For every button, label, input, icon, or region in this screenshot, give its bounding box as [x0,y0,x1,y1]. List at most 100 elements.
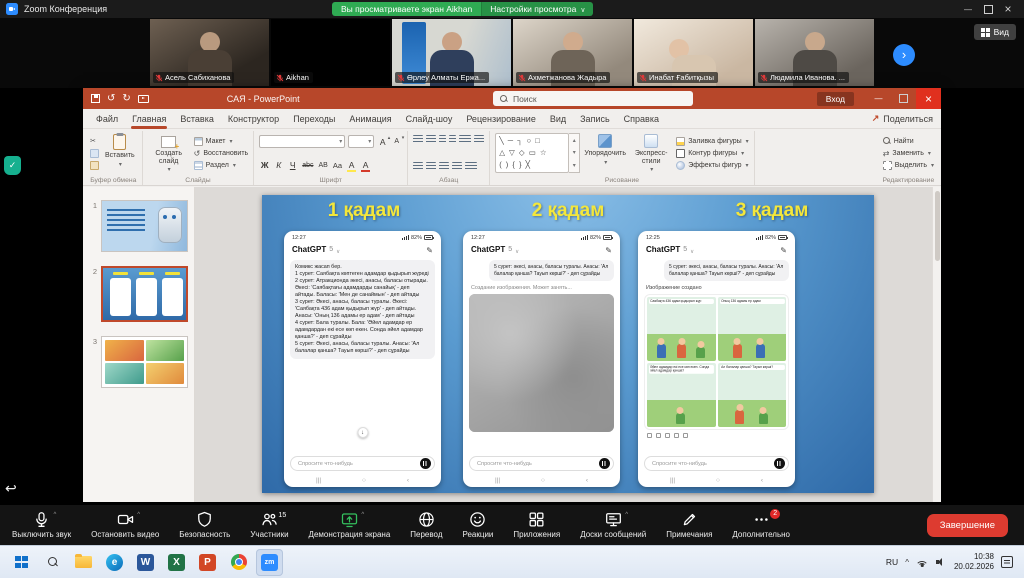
participant-tile-5[interactable]: Инабат Ғабитқызы [634,19,753,86]
numbering-icon[interactable] [426,135,436,144]
participants-button[interactable]: 15 Участники [248,511,290,539]
format-painter-icon[interactable] [90,161,99,170]
tab-design[interactable]: Конструктор [221,110,286,128]
ppt-minimize-button[interactable] [866,88,891,109]
ppt-maximize-button[interactable] [891,88,916,109]
security-button[interactable]: Безопасность [177,511,232,539]
chevron-up-icon[interactable] [137,512,140,518]
quick-styles-button[interactable]: Экспресс-стили [630,133,672,175]
chevron-up-icon[interactable] [54,512,57,518]
font-size-combo[interactable] [348,135,374,148]
new-slide-button[interactable]: Создать слайд [148,133,190,175]
change-case-button[interactable]: Аа [332,159,343,171]
more-button[interactable]: 2 Дополнительно [730,511,792,539]
chrome-button[interactable] [225,549,252,576]
tab-review[interactable]: Рецензирование [459,110,543,128]
shapes-gallery[interactable]: ╲ ─ ┐ ○ □ △ ▽ ◇ ▭ ☆ ( ) { } ╳ [495,133,580,173]
excel-button[interactable]: X [163,549,190,576]
hidden-icons-chevron[interactable] [905,557,909,567]
columns-icon[interactable] [465,162,477,171]
paste-button[interactable]: Вставить [103,133,137,169]
copy-icon[interactable] [90,149,99,158]
whiteboards-button[interactable]: Доски сообщений [578,511,648,539]
wifi-icon[interactable] [916,558,929,567]
start-button[interactable] [8,549,35,576]
align-center-icon[interactable] [426,162,436,171]
char-spacing-button[interactable]: АВ [318,159,329,171]
bold-button[interactable]: Ж [259,159,270,171]
ppt-close-button[interactable] [916,88,941,109]
undo-icon[interactable] [107,93,115,104]
tab-record[interactable]: Запись [573,110,617,128]
increase-indent-icon[interactable] [449,135,456,144]
highlight-color-button[interactable]: А [346,159,357,171]
tab-slideshow[interactable]: Слайд-шоу [399,110,460,128]
shape-effects-button[interactable]: Эффекты фигур [676,159,748,171]
current-slide[interactable]: 1 қадам 2 қадам 3 қадам 12:27 82% ChatGP… [262,195,874,493]
share-button[interactable]: Поделиться [872,113,933,124]
layout-button[interactable]: Макет [194,135,249,147]
taskbar-search-button[interactable] [39,549,66,576]
canvas-scrollbar[interactable] [932,187,941,502]
tab-home[interactable]: Главная [125,110,173,128]
decrease-indent-icon[interactable] [439,135,446,144]
clock[interactable]: 10:38 20.02.2026 [954,552,994,573]
next-participants-button[interactable] [893,44,915,66]
volume-icon[interactable] [936,558,947,567]
view-options-button[interactable]: Настройки просмотра [481,2,593,16]
text-direction-icon[interactable] [474,135,484,144]
participant-tile-3[interactable]: Өрлеу Алматы Ержа... [392,19,511,86]
tab-insert[interactable]: Вставка [173,110,220,128]
redo-icon[interactable] [122,93,130,104]
mute-button[interactable]: Выключить звук [10,511,73,539]
arrange-button[interactable]: Упорядочить [584,133,626,167]
participant-tile-2[interactable]: Aikhan [271,19,390,86]
translate-button[interactable]: Перевод [408,511,444,539]
slide-thumbnail-1[interactable]: 1 [89,200,188,252]
find-button[interactable]: Найти [883,135,934,147]
shape-fill-button[interactable]: Заливка фигуры [676,135,748,147]
justify-icon[interactable] [452,162,462,171]
font-color-button[interactable]: А [360,159,371,171]
tab-view[interactable]: Вид [543,110,573,128]
reset-button[interactable]: Восстановить [194,147,249,159]
participant-tile-1[interactable]: Асель Сабиханова [150,19,269,86]
view-button[interactable]: Вид [974,24,1016,40]
maximize-button[interactable] [978,0,998,18]
powerpoint-button[interactable]: P [194,549,221,576]
chevron-up-icon[interactable] [625,512,628,518]
line-spacing-icon[interactable] [459,135,471,144]
tab-file[interactable]: Файл [89,110,125,128]
stop-video-button[interactable]: Остановить видео [89,511,161,539]
italic-button[interactable]: К [273,159,284,171]
grow-font-button[interactable] [377,136,388,148]
apps-button[interactable]: Приложения [511,511,562,539]
tab-transitions[interactable]: Переходы [286,110,342,128]
underline-button[interactable]: Ч [287,159,298,171]
minimize-button[interactable] [958,0,978,18]
chevron-up-icon[interactable] [361,512,364,518]
share-screen-button[interactable]: Демонстрация экрана [307,511,393,539]
shape-outline-button[interactable]: Контур фигуры [676,147,748,159]
tab-help[interactable]: Справка [617,110,666,128]
select-button[interactable]: Выделить [883,159,934,171]
shapes-scroll[interactable] [569,133,580,173]
word-button[interactable]: W [132,549,159,576]
language-indicator[interactable]: RU [886,557,898,567]
slideshow-icon[interactable] [138,95,149,103]
align-left-icon[interactable] [413,162,423,171]
align-right-icon[interactable] [439,162,449,171]
notification-center-icon[interactable] [1001,556,1013,568]
end-meeting-button[interactable]: Завершение [927,514,1008,537]
tab-animations[interactable]: Анимация [342,110,398,128]
notes-button[interactable]: Примечания [664,511,714,539]
section-button[interactable]: Раздел [194,159,249,171]
close-button[interactable] [998,0,1018,18]
shrink-font-button[interactable] [391,136,402,148]
search-box[interactable]: Поиск [493,91,693,106]
participant-tile-4[interactable]: Ахметжанова Жадыра [513,19,632,86]
replace-button[interactable]: Заменить [883,147,934,159]
font-name-combo[interactable] [259,135,345,148]
signin-button[interactable]: Вход [817,92,854,106]
bullets-icon[interactable] [413,135,423,144]
